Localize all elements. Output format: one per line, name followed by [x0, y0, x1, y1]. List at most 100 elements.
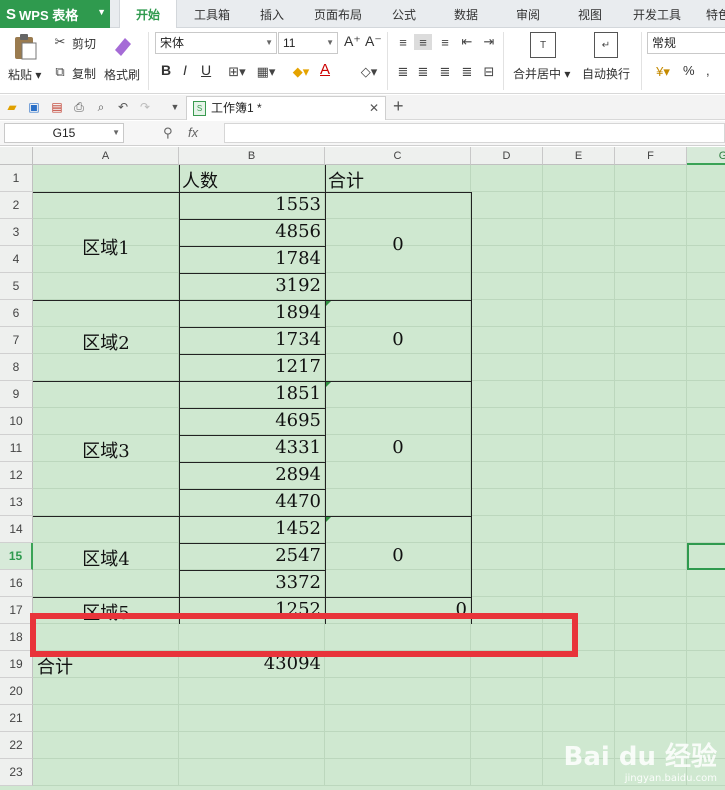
paste-button[interactable]	[10, 32, 40, 62]
document-tab[interactable]: S 工作簿1 * ✕	[186, 96, 386, 120]
wps-app-menu-button[interactable]: S WPS 表格 ▼	[0, 0, 110, 28]
column-header-e[interactable]: E	[543, 147, 615, 165]
row-header-9[interactable]: 9	[0, 381, 33, 408]
copy-button[interactable]: 复制	[72, 65, 96, 82]
justify-icon[interactable]: ≣	[458, 64, 476, 80]
row-header-6[interactable]: 6	[0, 300, 33, 327]
name-box[interactable]: G15 ▼	[4, 123, 124, 143]
row-header-12[interactable]: 12	[0, 462, 33, 489]
gridline-vertical	[686, 165, 687, 786]
open-folder-icon[interactable]: ▰	[4, 99, 20, 115]
export-pdf-icon[interactable]: ▤	[49, 99, 65, 115]
align-left-icon[interactable]: ≣	[394, 64, 412, 80]
row-header-1[interactable]: 1	[0, 165, 33, 192]
currency-format-button[interactable]: ¥▾	[648, 63, 678, 81]
headcount-cell: 4331	[275, 437, 321, 458]
increase-indent-icon[interactable]: ⇥	[480, 34, 498, 50]
fill-color-button[interactable]: ◆▾	[288, 63, 314, 81]
print-icon[interactable]: ⎙	[71, 99, 87, 115]
region-subtotal: 0	[392, 436, 404, 458]
row-header-15[interactable]: 15	[0, 543, 33, 570]
distributed-icon[interactable]: ⊟	[480, 64, 498, 80]
borders-button[interactable]: ⊞▾	[224, 63, 250, 81]
format-painter-button[interactable]: 格式刷	[104, 66, 140, 83]
merge-center-button[interactable]: 合并居中 ▾	[513, 65, 570, 82]
select-all-corner[interactable]	[0, 147, 33, 165]
spreadsheet-grid[interactable]: A B C D E F G 1 2 3 4 5 6 7 8 9 10 11 12 13 14 15 16 17 18 19 20 21…	[0, 147, 725, 790]
row-header-2[interactable]: 2	[0, 192, 33, 219]
font-name-select[interactable]: 宋体 ▼	[155, 32, 277, 54]
comma-style-button[interactable]: ,	[706, 63, 710, 78]
row-header-21[interactable]: 21	[0, 705, 33, 732]
tab-review[interactable]: 审阅	[508, 0, 548, 28]
bold-button[interactable]: B	[161, 62, 171, 78]
formula-input[interactable]	[224, 123, 725, 143]
align-bottom-icon[interactable]: ≡	[436, 34, 454, 50]
decrease-indent-icon[interactable]: ⇤	[458, 34, 476, 50]
row-header-23[interactable]: 23	[0, 759, 33, 786]
row-header-10[interactable]: 10	[0, 408, 33, 435]
underline-button[interactable]: U	[201, 62, 211, 78]
undo-icon[interactable]: ↶	[115, 99, 131, 115]
insert-function-button[interactable]: fx	[188, 125, 198, 140]
wrap-text-button[interactable]: 自动换行	[582, 65, 630, 82]
row-header-19[interactable]: 19	[0, 651, 33, 678]
tab-insert[interactable]: 插入	[250, 0, 294, 28]
column-header-d[interactable]: D	[471, 147, 543, 165]
customize-toolbar-icon[interactable]: ▼	[167, 99, 183, 115]
cut-button[interactable]: 剪切	[72, 35, 96, 52]
clear-format-button[interactable]: ◇▾	[356, 63, 382, 81]
gridline-horizontal	[33, 434, 725, 435]
italic-button[interactable]: I	[183, 62, 187, 78]
row-header-17[interactable]: 17	[0, 597, 33, 624]
save-icon[interactable]: ▣	[26, 99, 42, 115]
row-header-18[interactable]: 18	[0, 624, 33, 651]
font-color-button[interactable]: A	[320, 61, 330, 78]
shrink-font-button[interactable]: A⁻	[365, 33, 382, 50]
number-format-select[interactable]: 常规	[647, 32, 725, 54]
row-header-5[interactable]: 5	[0, 273, 33, 300]
new-tab-icon[interactable]: +	[393, 96, 404, 117]
tab-special[interactable]: 特色	[698, 0, 725, 28]
column-header-g[interactable]: G	[687, 147, 725, 165]
tab-page-layout[interactable]: 页面布局	[306, 0, 370, 28]
row-header-22[interactable]: 22	[0, 732, 33, 759]
region-subtotal: 0	[392, 544, 404, 566]
column-header-b[interactable]: B	[179, 147, 325, 165]
fill-pattern-button[interactable]: ▦▾	[253, 63, 279, 81]
row-header-20[interactable]: 20	[0, 678, 33, 705]
redo-icon[interactable]: ↷	[137, 99, 153, 115]
align-center-icon[interactable]: ≣	[414, 64, 432, 80]
tab-home[interactable]: 开始	[119, 0, 177, 29]
grow-font-button[interactable]: A⁺	[344, 33, 361, 50]
active-cell[interactable]	[687, 543, 725, 570]
tab-toolbox[interactable]: 工具箱	[186, 0, 238, 28]
column-header-a[interactable]: A	[33, 147, 179, 165]
zoom-search-icon[interactable]: ⚲	[163, 125, 173, 141]
row-header-8[interactable]: 8	[0, 354, 33, 381]
column-header-c[interactable]: C	[325, 147, 471, 165]
headcount-cell: 2894	[275, 464, 321, 485]
tab-view[interactable]: 视图	[570, 0, 610, 28]
column-header-f[interactable]: F	[615, 147, 687, 165]
row-header-16[interactable]: 16	[0, 570, 33, 597]
percent-button[interactable]: %	[683, 63, 695, 78]
tab-formulas[interactable]: 公式	[384, 0, 424, 28]
table-border	[179, 570, 325, 571]
row-header-11[interactable]: 11	[0, 435, 33, 462]
print-preview-icon[interactable]: ⌕	[93, 99, 109, 115]
close-icon[interactable]: ✕	[369, 97, 379, 119]
row-header-4[interactable]: 4	[0, 246, 33, 273]
align-top-icon[interactable]: ≡	[394, 34, 412, 50]
align-right-icon[interactable]: ≣	[436, 64, 454, 80]
row-header-13[interactable]: 13	[0, 489, 33, 516]
row-header-14[interactable]: 14	[0, 516, 33, 543]
paste-label[interactable]: 粘贴 ▾	[8, 66, 41, 83]
row-header-3[interactable]: 3	[0, 219, 33, 246]
tab-data[interactable]: 数据	[446, 0, 486, 28]
gridline-vertical	[614, 165, 615, 786]
tab-developer[interactable]: 开发工具	[626, 0, 688, 28]
row-header-7[interactable]: 7	[0, 327, 33, 354]
font-size-select[interactable]: 11 ▼	[278, 32, 338, 54]
align-middle-icon[interactable]: ≡	[414, 34, 432, 50]
